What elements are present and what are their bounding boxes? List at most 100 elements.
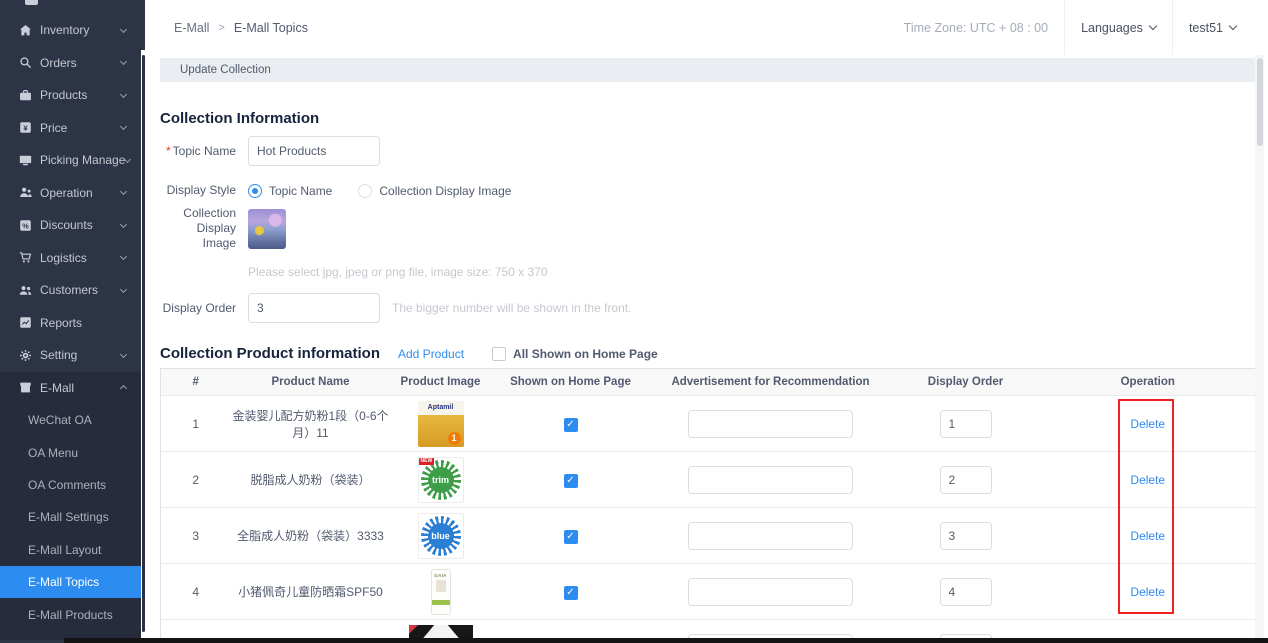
delete-link[interactable]: Delete [1130, 417, 1165, 431]
app-window: Inventory Orders Products ¥ Price Picking Man… [0, 0, 1268, 643]
collection-display-image-thumbnail[interactable] [248, 209, 286, 249]
display-style-label: Display Style [160, 183, 236, 198]
main-scrollbar-thumb[interactable] [1257, 58, 1263, 146]
sidebar-item-label: Price [40, 121, 121, 135]
column-header-product-name: Product Name [231, 369, 391, 396]
sidebar-subitem-label: E-Mall Layout [28, 543, 101, 557]
collection-info-title: Collection Information [160, 110, 1255, 127]
sidebar-scrollbar-thumb[interactable] [142, 55, 145, 632]
sidebar-subitem-oa-menu[interactable]: OA Menu [0, 436, 141, 468]
sidebar-item-label: Setting [40, 348, 121, 362]
sidebar-item-label: Customers [40, 283, 121, 297]
time-zone-label: Time Zone: UTC + 08 : 00 [904, 21, 1064, 35]
sidebar-item-customers[interactable]: Customers [0, 274, 141, 307]
shown-on-home-checkbox[interactable]: ✓ [564, 586, 578, 600]
breadcrumb-emall[interactable]: E-Mall [174, 21, 209, 35]
panel-header: Update Collection [160, 58, 1255, 82]
sidebar-subitem-e-mall-topics[interactable]: E-Mall Topics [0, 566, 141, 598]
collection-products-title: Collection Product information [160, 345, 380, 362]
sidebar-item-setting[interactable]: Setting [0, 339, 141, 372]
sidebar-item-reports[interactable]: Reports [0, 307, 141, 340]
radio-topic-name-label: Topic Name [269, 184, 332, 198]
sidebar-item-label: Orders [40, 56, 121, 70]
chevron-down-icon [120, 26, 127, 33]
user-dropdown[interactable]: test51 [1173, 0, 1252, 55]
radio-topic-name[interactable] [248, 184, 262, 198]
topic-name-input[interactable] [248, 136, 380, 166]
languages-dropdown[interactable]: Languages [1065, 0, 1172, 55]
display-order-input[interactable] [248, 293, 380, 323]
main-scrollbar[interactable] [1255, 55, 1264, 643]
add-product-link[interactable]: Add Product [398, 347, 464, 361]
product-image-aptamil-gold-box: Aptamil1 [418, 401, 464, 447]
sidebar: Inventory Orders Products ¥ Price Picking Man… [0, 0, 141, 643]
main-content: E-Mall > E-Mall Topics Time Zone: UTC + … [148, 0, 1268, 643]
chevron-down-icon [120, 286, 127, 293]
sidebar-item-picking-manage[interactable]: Picking Manage [0, 144, 141, 177]
sidebar-subitem-e-mall-layout[interactable]: E-Mall Layout [0, 534, 141, 566]
product-name: 金装婴儿配方奶粉1段（0-6个月）11 [231, 396, 391, 452]
breadcrumb: E-Mall > E-Mall Topics [174, 21, 308, 35]
display-order-cell-input[interactable] [940, 410, 992, 438]
row-index: 2 [161, 452, 231, 508]
sidebar-subitem-label: OA Menu [28, 446, 78, 460]
topbar: E-Mall > E-Mall Topics Time Zone: UTC + … [148, 0, 1268, 55]
delete-link[interactable]: Delete [1130, 529, 1165, 543]
sidebar-item-orders[interactable]: Orders [0, 47, 141, 80]
sidebar-subitem-e-mall-products[interactable]: E-Mall Products [0, 598, 141, 630]
column-header-display-order: Display Order [891, 369, 1041, 396]
display-order-cell-input[interactable] [940, 578, 992, 606]
chevron-down-icon [124, 156, 131, 163]
display-order-cell-input[interactable] [940, 466, 992, 494]
advertisement-input[interactable] [688, 466, 853, 494]
row-index: 1 [161, 396, 231, 452]
sidebar-item-label: E-Mall [40, 381, 121, 395]
customers-icon [19, 284, 32, 297]
all-shown-checkbox[interactable] [492, 347, 506, 361]
advertisement-input[interactable] [688, 578, 853, 606]
advertisement-input[interactable] [688, 522, 853, 550]
sidebar-subitem-e-mall-settings[interactable]: E-Mall Settings [0, 501, 141, 533]
sidebar-item-discounts[interactable]: %Discounts [0, 209, 141, 242]
delete-link[interactable]: Delete [1130, 585, 1165, 599]
sidebar-item-logistics[interactable]: Logistics [0, 242, 141, 275]
sidebar-subitem-wechat-oa[interactable]: WeChat OA [0, 404, 141, 436]
products-table-header: #Product NameProduct ImageShown on Home … [161, 369, 1256, 396]
svg-text:¥: ¥ [23, 124, 28, 133]
product-name: 小猪佩奇儿童防晒霜SPF50 [231, 564, 391, 620]
sidebar-item-price[interactable]: ¥ Price [0, 112, 141, 145]
sidebar-item-products[interactable]: Products [0, 79, 141, 112]
chevron-down-icon [120, 91, 127, 98]
image-hint: Please select jpg, jpeg or png file, ima… [248, 265, 1255, 279]
monitor-icon [19, 154, 32, 167]
cart-icon [19, 251, 32, 264]
display-order-label: Display Order [160, 301, 236, 316]
display-order-cell-input[interactable] [940, 522, 992, 550]
sidebar-cutoff-item [0, 0, 141, 14]
cutoff-icon [25, 0, 38, 5]
sidebar-subitem-label: E-Mall Products [28, 608, 113, 622]
gear-icon [19, 349, 32, 362]
shown-on-home-checkbox[interactable]: ✓ [564, 418, 578, 432]
sidebar-subitem-oa-comments[interactable]: OA Comments [0, 469, 141, 501]
product-image-blue-milk-bag: blue [418, 513, 464, 559]
delete-link[interactable]: Delete [1130, 473, 1165, 487]
sidebar-item-inventory[interactable]: Inventory [0, 14, 141, 47]
sidebar-item-e-mall[interactable]: E-Mall [0, 372, 141, 405]
table-row: 1金装婴儿配方奶粉1段（0-6个月）11 Aptamil1 ✓ Delete [161, 396, 1256, 452]
sidebar-item-label: Inventory [40, 23, 121, 37]
sidebar-item-operation[interactable]: Operation [0, 177, 141, 210]
product-image-trim-green-bag: trimNEW [418, 457, 464, 503]
advertisement-input[interactable] [688, 410, 853, 438]
sidebar-item-label: Logistics [40, 251, 121, 265]
shown-on-home-checkbox[interactable]: ✓ [564, 474, 578, 488]
discount-icon: % [19, 219, 32, 232]
shown-on-home-checkbox[interactable]: ✓ [564, 530, 578, 544]
display-image-row: Collection Display Image [160, 206, 1255, 251]
collection-products-section: Collection Product information Add Produ… [160, 345, 1255, 643]
radio-collection-display-image[interactable] [358, 184, 372, 198]
sidebar-scrollbar[interactable] [141, 0, 148, 643]
sidebar-subitem-label: WeChat OA [28, 413, 92, 427]
collection-info-section: Collection Information *Topic Name Displ… [160, 110, 1255, 323]
topic-name-label: *Topic Name [160, 144, 236, 159]
